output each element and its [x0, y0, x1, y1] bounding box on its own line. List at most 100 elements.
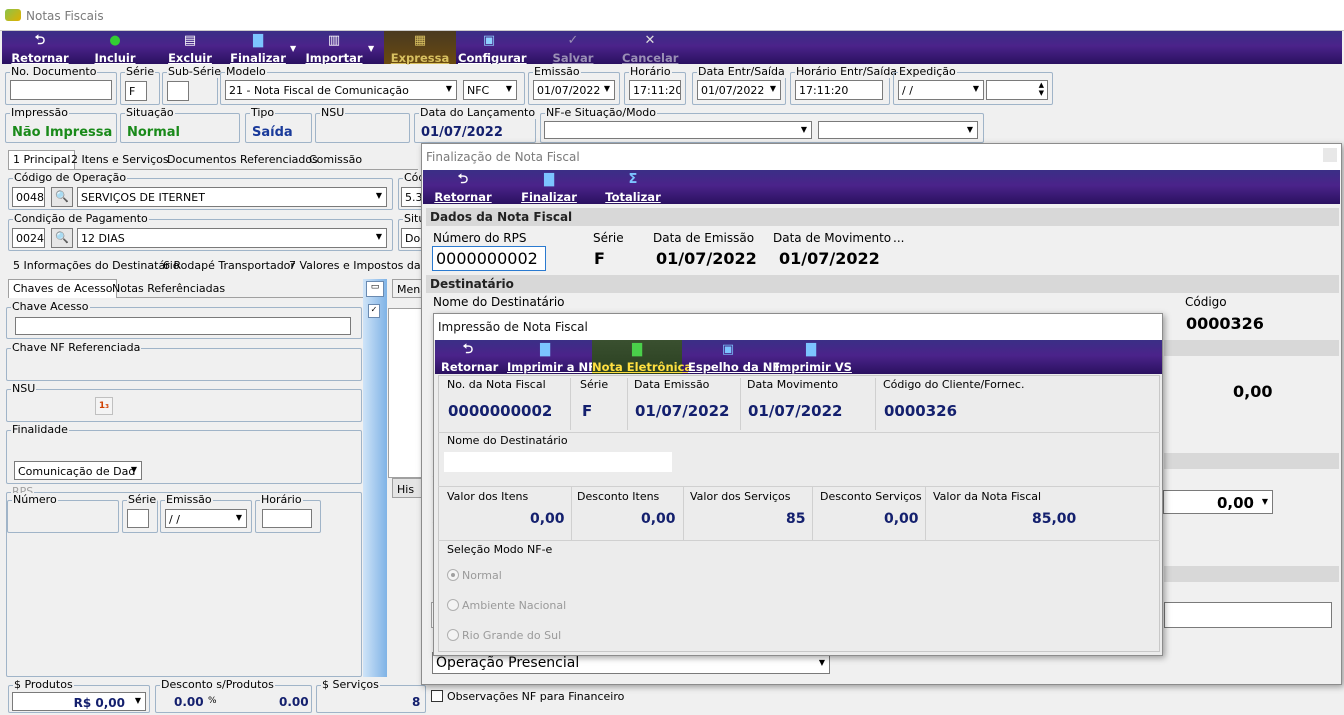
tab-itens-servicos[interactable]: 2 Itens e Serviços	[71, 153, 169, 166]
condicao-pagamento-select[interactable]: 12 DIAS ▼	[77, 228, 387, 248]
impressao-data-movimento-label: Data Movimento	[747, 378, 839, 391]
numero-rps-input[interactable]: 0000000002	[432, 246, 546, 271]
radio-icon	[447, 599, 459, 611]
importar-button[interactable]: ▥ Importar	[304, 31, 364, 66]
return-icon: ⮌	[462, 342, 474, 357]
tab-informacoes-destinatario[interactable]: 5 Informações do Destinatário	[13, 259, 180, 272]
configurar-button[interactable]: ▣ Configurar	[458, 31, 527, 66]
right-input[interactable]	[1164, 602, 1332, 628]
nfe-situacao-select[interactable]: ▼	[544, 121, 812, 139]
mena-panel	[388, 308, 424, 478]
finalizar-dropdown-icon[interactable]: ▼	[290, 44, 296, 53]
impressao-data-emissao-label: Data Emissão	[634, 378, 710, 391]
chevron-down-icon: ▼	[603, 84, 610, 93]
sub-serie-input[interactable]	[167, 81, 189, 101]
impressao-titlebar: Impressão de Nota Fiscal	[434, 314, 1162, 340]
close-icon[interactable]	[1323, 148, 1337, 162]
data-movimento-value: 01/07/2022	[779, 249, 880, 268]
finalizacao-totalizar-button[interactable]: Σ Totalizar	[603, 170, 663, 205]
emissao-date[interactable]: 01/07/2022 ▼	[533, 80, 615, 100]
finalizar-button[interactable]: ▇ Finalizar	[230, 31, 286, 66]
modelo-select[interactable]: 21 - Nota Fiscal de Comunicação ▼	[225, 80, 457, 100]
valor-itens-label: Valor dos Itens	[447, 490, 529, 503]
express-icon: ▦	[413, 33, 427, 48]
serie-value: F	[594, 249, 605, 268]
rps-serie-input[interactable]	[127, 509, 149, 528]
impressao-serie-label: Série	[580, 378, 609, 391]
finalizacao-retornar-button[interactable]: ⮌ Retornar	[433, 170, 493, 205]
valor-servicos-label: Valor dos Serviços	[690, 490, 791, 503]
tab-principal[interactable]: 1 Principal	[8, 150, 76, 169]
tipo-status: Saída	[252, 125, 293, 140]
no-nota-label: No. da Nota Fiscal	[447, 378, 546, 391]
incluir-button[interactable]: ● Incluir	[92, 31, 138, 66]
expedicao-time-spinner[interactable]: ▲ ▼	[986, 80, 1048, 100]
clipboard-icon[interactable]: ✓	[368, 304, 380, 318]
desconto-pct: 0.00	[174, 695, 204, 709]
modelo-tipo-select[interactable]: NFC ▼	[463, 80, 517, 100]
mena-tab[interactable]: Mena	[392, 279, 427, 298]
printer-icon: ▇	[253, 33, 263, 48]
codigo-operacao-select[interactable]: SERVIÇOS DE ITERNET ▼	[77, 187, 387, 207]
his-tab[interactable]: His	[392, 478, 424, 498]
tab-comissao[interactable]: Comissão	[309, 153, 362, 166]
espelho-nf-button[interactable]: ▣ Espelho da NF	[688, 340, 780, 375]
chevron-down-icon: ▼	[130, 465, 137, 474]
servicos-value: 8	[412, 695, 421, 709]
nfe-modo-select[interactable]: ▼	[818, 121, 978, 139]
serie-input[interactable]: F	[125, 81, 147, 101]
condicao-pagamento-search-button[interactable]: 🔍	[51, 228, 73, 248]
valor-select[interactable]: 0,00 ▼	[1163, 490, 1273, 514]
sub-serie-group: Sub-Série	[162, 65, 223, 105]
cancelar-button[interactable]: ✕ Cancelar	[622, 31, 678, 66]
delete-icon: ▤	[183, 33, 197, 48]
expressa-button[interactable]: ▦ Expressa	[384, 31, 456, 65]
expedicao-group: Expedição / / ▼ ▲ ▼	[893, 65, 1053, 105]
condicao-pagamento-code[interactable]: 0024	[12, 228, 45, 248]
divider	[438, 540, 1160, 541]
tab-chaves-acesso[interactable]: Chaves de Acesso	[8, 279, 118, 298]
rps-emissao-group: Emissão / / ▼	[160, 493, 252, 533]
excluir-button[interactable]: ▤ Excluir	[166, 31, 214, 66]
modo-ambiente-nacional-radio[interactable]: Ambiente Nacional	[447, 599, 566, 612]
document-add-icon[interactable]: ▭	[366, 281, 384, 297]
printer-icon: ▇	[806, 342, 816, 357]
observacoes-checkbox[interactable]: Observações NF para Financeiro	[431, 690, 624, 703]
horario-entr-saida-input[interactable]: 17:11:20	[795, 80, 883, 100]
rps-emissao-date[interactable]: / / ▼	[165, 509, 247, 528]
modo-rio-grande-sul-radio[interactable]: Rio Grande do Sul	[447, 629, 561, 642]
nota-eletronica-button[interactable]: ▇ Nota Eletrônica	[592, 340, 692, 374]
codigo-operacao-code[interactable]: 0048	[12, 187, 45, 207]
divider	[683, 487, 684, 540]
search-icon: 🔍	[55, 190, 69, 203]
chave-acesso-input[interactable]	[15, 317, 351, 335]
chevron-down-icon: ▼	[505, 84, 512, 93]
rps-horario-input[interactable]	[262, 509, 312, 528]
imprimir-nf-button[interactable]: ▇ Imprimir a NF	[507, 340, 596, 375]
codigo-operacao-search-button[interactable]: 🔍	[51, 187, 73, 207]
imprimir-vs-button[interactable]: ▇ Imprimir VS	[775, 340, 852, 375]
chevron-down-icon: ▼	[769, 84, 776, 93]
expedicao-date[interactable]: / / ▼	[898, 80, 984, 100]
nsu-action-button[interactable]: 1₃	[95, 397, 113, 415]
tab-documentos-referenciados[interactable]: Documentos Referenciados	[167, 153, 318, 166]
modelo-group: Modelo 21 - Nota Fiscal de Comunicação ▼ …	[220, 65, 525, 105]
numero-rps-label: Número do RPS	[433, 231, 527, 245]
divider	[571, 487, 572, 540]
finalidade-select[interactable]: Comunicação de Dad ▼	[14, 461, 142, 480]
salvar-button[interactable]: ✓ Salvar	[548, 31, 598, 66]
retornar-button[interactable]: ⮌ Retornar	[10, 31, 70, 66]
no-documento-input[interactable]	[10, 80, 112, 100]
produtos-select[interactable]: R$ 0,00 ▼	[12, 692, 146, 711]
checkbox-icon	[431, 690, 443, 702]
tab-valores-impostos[interactable]: 7 Valores e Impostos da No	[289, 259, 439, 272]
impressao-retornar-button[interactable]: ⮌ Retornar	[441, 340, 498, 375]
data-entr-saida-date[interactable]: 01/07/2022 ▼	[697, 80, 781, 100]
impressao-group: Impressão Não Impressa	[5, 106, 117, 143]
modo-normal-radio[interactable]: Normal	[447, 569, 502, 582]
horario-input[interactable]: 17:11:20	[629, 80, 681, 100]
finalizacao-finalizar-button[interactable]: ▇ Finalizar	[521, 170, 577, 205]
importar-dropdown-icon[interactable]: ▼	[368, 44, 374, 53]
tab-rodape-transportador[interactable]: 6 Rodapé Transportador	[163, 259, 295, 272]
tab-notas-referenciadas[interactable]: Notas Referênciadas	[112, 282, 225, 295]
